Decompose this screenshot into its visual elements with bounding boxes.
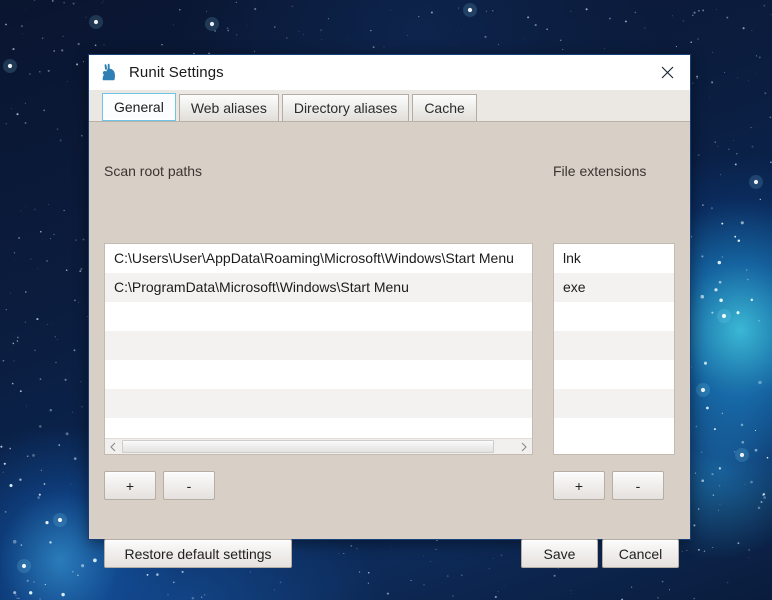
close-icon[interactable]	[644, 55, 690, 89]
general-tab-panel: Scan root paths C:\Users\User\AppData\Ro…	[89, 122, 690, 568]
list-item[interactable]: lnk	[554, 244, 674, 273]
cancel-label: Cancel	[618, 545, 663, 562]
remove-scan-path-button[interactable]: -	[163, 471, 215, 500]
scan-root-paths-list[interactable]: C:\Users\User\AppData\Roaming\Microsoft\…	[104, 243, 533, 455]
tab-directory-aliases[interactable]: Directory aliases	[281, 94, 410, 121]
scrollbar-thumb[interactable]	[122, 439, 494, 453]
restore-defaults-button[interactable]: Restore default settings	[104, 539, 292, 568]
file-extensions-list[interactable]: lnk exe	[553, 243, 675, 455]
add-extension-label: +	[574, 477, 584, 494]
list-item[interactable]	[105, 331, 532, 360]
tab-label: Directory aliases	[293, 100, 398, 116]
tab-general[interactable]: General	[102, 93, 176, 121]
window-title: Runit Settings	[129, 64, 224, 81]
tab-label: General	[114, 99, 164, 115]
list-item[interactable]: exe	[554, 273, 674, 302]
scan-root-paths-label: Scan root paths	[104, 163, 203, 179]
list-item[interactable]	[105, 302, 532, 331]
horizontal-scrollbar[interactable]	[105, 438, 532, 454]
title-bar: Runit Settings	[89, 55, 690, 90]
tab-web-aliases[interactable]: Web aliases	[178, 94, 279, 121]
add-scan-path-button[interactable]: +	[104, 471, 156, 500]
rabbit-icon	[99, 63, 119, 83]
list-item[interactable]: C:\Users\User\AppData\Roaming\Microsoft\…	[105, 244, 532, 273]
add-scan-path-label: +	[125, 477, 135, 494]
list-item[interactable]	[554, 360, 674, 389]
add-extension-button[interactable]: +	[553, 471, 605, 500]
tab-strip: General Web aliases Directory aliases Ca…	[89, 90, 690, 122]
desktop-background: Runit Settings General Web aliases Direc…	[0, 0, 772, 600]
remove-scan-path-label: -	[186, 477, 192, 494]
tab-label: Cache	[424, 100, 465, 116]
settings-dialog: Runit Settings General Web aliases Direc…	[88, 54, 691, 568]
remove-extension-label: -	[635, 477, 641, 494]
list-item[interactable]	[554, 302, 674, 331]
list-item[interactable]: C:\ProgramData\Microsoft\Windows\Start M…	[105, 273, 532, 302]
remove-extension-button[interactable]: -	[612, 471, 664, 500]
list-item[interactable]	[554, 418, 674, 447]
list-item[interactable]	[105, 360, 532, 389]
list-item[interactable]	[554, 331, 674, 360]
scrollbar-track[interactable]	[121, 439, 516, 455]
scroll-left-icon[interactable]	[105, 439, 121, 455]
save-button[interactable]: Save	[521, 539, 598, 568]
tab-cache[interactable]: Cache	[412, 94, 477, 121]
list-item[interactable]	[554, 389, 674, 418]
list-item[interactable]	[105, 389, 532, 418]
scroll-right-icon[interactable]	[516, 439, 532, 455]
save-label: Save	[543, 545, 576, 562]
file-extensions-label: File extensions	[553, 163, 647, 179]
tab-label: Web aliases	[190, 100, 267, 116]
cancel-button[interactable]: Cancel	[602, 539, 679, 568]
restore-defaults-label: Restore default settings	[124, 545, 272, 562]
